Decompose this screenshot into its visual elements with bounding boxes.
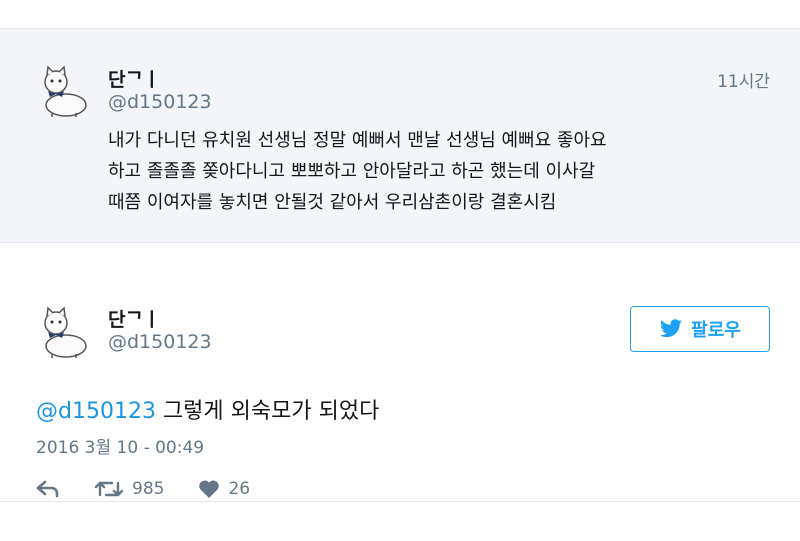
tweet-text-line: 때쯤 이여자를 놓치면 안될것 같아서 우리삼촌이랑 결혼시킴 — [108, 192, 557, 213]
reply-tweet[interactable]: 단ᄀㅣ @d150123 11시간 내가 다니던 유치원 선생님 정말 예뻐서 … — [0, 29, 800, 243]
tweet-actions: 985 26 — [36, 479, 284, 499]
main-tweet: 단ᄀㅣ @d150123 팔로우 @d150123 그렇게 외숙모가 되었다 2… — [0, 243, 800, 501]
cat-avatar-icon — [44, 306, 87, 358]
tweet-body: 그렇게 외숙모가 되었다 — [155, 399, 380, 424]
mention-link[interactable]: @d150123 — [36, 399, 156, 424]
avatar[interactable] — [36, 304, 92, 360]
reply-button[interactable] — [36, 480, 60, 498]
user-name[interactable]: 단ᄀㅣ — [108, 305, 160, 332]
cat-avatar-icon — [44, 65, 87, 117]
user-handle[interactable]: @d150123 — [108, 331, 212, 353]
tweet-time[interactable]: 11시간 — [717, 67, 770, 92]
retweet-icon — [94, 481, 124, 497]
follow-label: 팔로우 — [691, 320, 741, 341]
like-count: 26 — [228, 479, 251, 499]
user-handle[interactable]: @d150123 — [108, 91, 212, 113]
tweet-date[interactable]: 2016 3월 10 - 00:49 — [36, 433, 204, 458]
heart-icon — [199, 480, 220, 498]
retweet-count: 985 — [132, 479, 165, 499]
bird-icon — [660, 319, 683, 338]
main-tweet-text: @d150123 그렇게 외숙모가 되었다 — [36, 393, 379, 425]
avatar[interactable] — [36, 63, 92, 119]
tweet-text-line: 내가 다니던 유치원 선생님 정말 예뻐서 맨날 선생님 예뻐요 좋아요 — [108, 130, 607, 151]
follow-button[interactable]: 팔로우 — [630, 306, 770, 352]
retweet-button[interactable]: 985 — [94, 479, 164, 499]
tweet-text-line: 하고 졸졸졸 쫒아다니고 뽀뽀하고 안아달라고 하곤 했는데 이사갈 — [108, 161, 596, 182]
user-name[interactable]: 단ᄀㅣ — [108, 65, 160, 92]
reply-tweet-text: 내가 다니던 유치원 선생님 정말 예뻐서 맨날 선생님 예뻐요 좋아요 하고 … — [108, 125, 778, 218]
like-button[interactable]: 26 — [198, 479, 250, 499]
reply-icon — [36, 480, 59, 498]
tweet-card: 단ᄀㅣ @d150123 11시간 내가 다니던 유치원 선생님 정말 예뻐서 … — [0, 28, 800, 502]
